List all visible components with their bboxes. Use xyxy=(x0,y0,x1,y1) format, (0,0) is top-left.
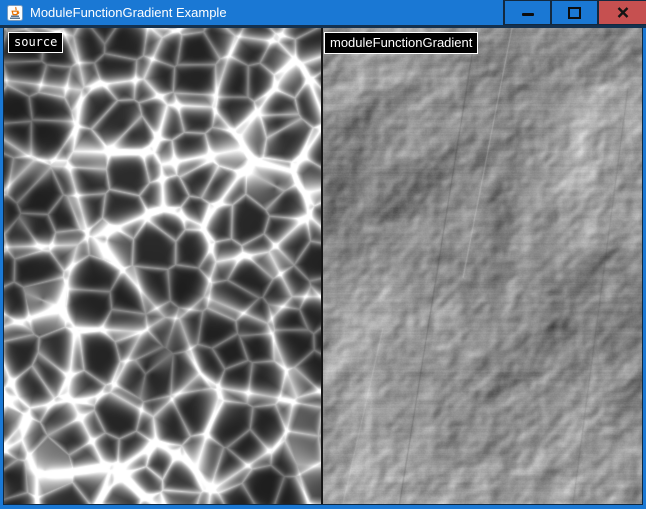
source-image xyxy=(4,28,321,504)
maximize-button[interactable] xyxy=(552,0,597,24)
module-function-gradient-label: moduleFunctionGradient xyxy=(324,32,478,54)
module-function-gradient-image xyxy=(323,28,642,504)
window: ModuleFunctionGradient Example source mo… xyxy=(0,0,646,509)
close-icon xyxy=(617,7,629,18)
source-label: source xyxy=(8,32,63,53)
java-app-icon xyxy=(7,5,23,21)
window-title: ModuleFunctionGradient Example xyxy=(30,0,227,25)
close-button[interactable] xyxy=(599,0,646,24)
window-controls xyxy=(503,0,646,25)
minimize-button[interactable] xyxy=(505,0,550,24)
module-function-gradient-pane: moduleFunctionGradient xyxy=(323,28,642,504)
content-area: source moduleFunctionGradient xyxy=(3,28,643,504)
frame-inner-bottom-line xyxy=(3,504,643,505)
titlebar[interactable]: ModuleFunctionGradient Example xyxy=(0,0,646,25)
minimize-icon xyxy=(522,13,534,16)
source-pane: source xyxy=(4,28,321,504)
maximize-icon xyxy=(568,7,581,19)
